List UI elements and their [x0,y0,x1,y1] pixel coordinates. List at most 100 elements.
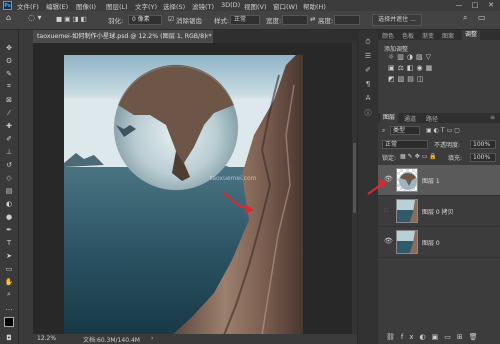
tab-paths[interactable]: 路径 [426,114,438,123]
tab-color[interactable]: 颜色 [382,31,394,40]
marquee-preset-icon[interactable]: ◌ ▾ [28,13,42,22]
healing-brush-tool-icon[interactable]: ✚ [3,120,15,131]
eraser-tool-icon[interactable]: ◇ [3,172,15,183]
fill-input[interactable]: 100% [470,153,496,162]
color-panel-tabs: 颜色 色板 渐变 图案 调整 [378,30,500,40]
antialias-label: 消除锯齿 [176,17,202,25]
blend-mode-select[interactable]: 正常 [382,140,428,149]
document-canvas[interactable]: taoxuemei.com [64,55,303,335]
width-input[interactable] [282,15,308,25]
status-menu-icon[interactable]: › [151,335,153,342]
document-tab[interactable]: taoxuemei-如何制作小星球.psd @ 12.2% (图层 1, RGB… [33,30,213,43]
layer-row[interactable]: 👁 图层 1 [378,165,500,196]
fill-label: 填充: [448,155,463,162]
menu-filter[interactable]: 滤镜(T) [192,1,214,11]
brush-tool-icon[interactable]: ✐ [3,133,15,144]
tab-adjustments[interactable]: 调整 [462,30,481,40]
quick-mask-icon[interactable]: ◘ [3,332,15,343]
eyedropper-tool-icon[interactable]: ⁄ [3,107,15,118]
feather-input[interactable]: 0 像素 [128,15,162,25]
menu-type[interactable]: 文字(Y) [135,1,157,11]
layer-name[interactable]: 图层 0 [422,238,440,247]
menu-layer[interactable]: 图层(L) [106,1,128,11]
visibility-off-icon[interactable]: ▫ [384,206,389,214]
lasso-tool-icon[interactable]: ʘ [3,55,15,66]
history-panel-icon[interactable]: ⏱ [362,38,374,48]
shape-tool-icon[interactable]: ▭ [3,263,15,274]
tab-channels[interactable]: 通道 [404,114,416,123]
maximize-icon[interactable]: □ [468,0,482,11]
menu-window[interactable]: 窗口(W) [273,1,298,11]
adjustment-icons-row-3[interactable]: ◩▧▤◫ [388,75,426,83]
clone-stamp-tool-icon[interactable]: ⊥ [3,146,15,157]
path-select-tool-icon[interactable]: ➤ [3,250,15,261]
zoom-tool-icon[interactable]: ⌕ [3,289,15,300]
select-and-mask-button[interactable]: 选择并遮住 ... [372,14,422,26]
character-panel-icon[interactable]: A [362,94,374,104]
lock-icons[interactable]: ▦✎✥▭🔒 [400,153,439,160]
menu-bar: Ps 文件(F) 编辑(E) 图像(I) 图层(L) 文字(Y) 选择(S) 滤… [0,0,500,11]
adjustment-icons-row-1[interactable]: ☼▥◑▨▽ [388,53,434,61]
tab-layers[interactable]: 图层 [380,113,399,123]
properties-panel-icon[interactable]: ☰ [362,52,374,62]
visibility-eye-icon[interactable]: 👁 [384,237,393,245]
antialias-checkbox[interactable]: ☑ [168,15,174,23]
menu-image[interactable]: 图像(I) [76,1,96,11]
tab-patterns[interactable]: 图案 [442,31,454,40]
type-tool-icon[interactable]: T [3,237,15,248]
menu-view[interactable]: 视图(V) [244,1,267,11]
add-adjustment-title: 添加调整 [384,46,409,53]
crop-tool-icon[interactable]: ⌗ [3,81,15,92]
paragraph-panel-icon[interactable]: ¶ [362,80,374,90]
menu-3d[interactable]: 3D(D) [221,1,240,9]
gradient-tool-icon[interactable]: ▤ [3,185,15,196]
tab-gradients[interactable]: 渐变 [422,31,434,40]
selection-mode-icons[interactable]: ■ ▣ ◨ ◧ [56,15,87,23]
canvas-area[interactable]: taoxuemei.com [33,43,357,335]
info-panel-icon[interactable]: ⓘ [362,108,374,118]
opacity-input[interactable]: 100% [470,140,496,149]
history-brush-tool-icon[interactable]: ↺ [3,159,15,170]
close-window-icon[interactable]: ✕ [484,0,498,11]
photoshop-logo-icon[interactable]: Ps [3,1,12,10]
filter-search-icon[interactable]: ⌕ [382,127,385,135]
menu-select[interactable]: 选择(S) [163,1,185,11]
adjustment-icons-row-2[interactable]: ▣⚖◧◉▦ [388,64,435,72]
menu-help[interactable]: 帮助(H) [303,1,326,11]
menu-file[interactable]: 文件(F) [17,1,39,11]
layer-row[interactable]: ▫ 图层 0 拷贝 [378,196,500,227]
layer-actions-icons[interactable]: ⛓fx◐▣▭⊞🗑 [386,333,484,341]
zoom-level[interactable]: 12.2% [37,335,56,342]
search-icon[interactable]: ⌕ [463,13,467,23]
width-label: 宽度: [266,17,282,25]
menu-edit[interactable]: 编辑(E) [46,1,68,11]
style-select[interactable]: 正常 [230,15,260,25]
filter-type-icons[interactable]: ▣◐T▭▢ [426,127,462,134]
status-bar: 12.2% 文档:60.3M/140.4M › [33,334,357,344]
move-tool-icon[interactable]: ✥ [3,42,15,53]
layer-name[interactable]: 图层 0 拷贝 [422,207,454,216]
tab-swatches[interactable]: 色板 [402,31,414,40]
blur-tool-icon[interactable]: ◐ [3,198,15,209]
panel-menu-icon[interactable]: ≡ [490,114,495,121]
foreground-color-swatch[interactable] [4,317,14,327]
workspace-icon[interactable]: ▭ [478,13,486,22]
pen-tool-icon[interactable]: ✒ [3,224,15,235]
hand-tool-icon[interactable]: ✋ [3,276,15,287]
more-tools-icon[interactable]: … [3,302,15,313]
layer-name[interactable]: 图层 1 [422,176,440,185]
layer-row[interactable]: 👁 图层 0 [378,227,500,258]
height-input[interactable] [334,15,360,25]
home-icon[interactable]: ⌂ [6,13,11,22]
swap-icon[interactable]: ⇄ [310,15,315,23]
minimize-icon[interactable]: — [452,0,466,11]
layer-kind-filter[interactable]: 类型 [390,126,420,135]
quick-select-tool-icon[interactable]: ✎ [3,68,15,79]
close-tab-icon[interactable]: × [204,30,209,43]
canvas-image [64,55,303,335]
frame-tool-icon[interactable]: ⊠ [3,94,15,105]
document-tab-bar: taoxuemei-如何制作小星球.psd @ 12.2% (图层 1, RGB… [33,30,357,43]
dodge-tool-icon[interactable]: ● [3,211,15,222]
tools-panel: ✥ ʘ ✎ ⌗ ⊠ ⁄ ✚ ✐ ⊥ ↺ ◇ ▤ ◐ ● ✒ T ➤ ▭ ✋ ⌕ … [0,30,19,344]
brush-panel-icon[interactable]: ✐ [362,66,374,76]
